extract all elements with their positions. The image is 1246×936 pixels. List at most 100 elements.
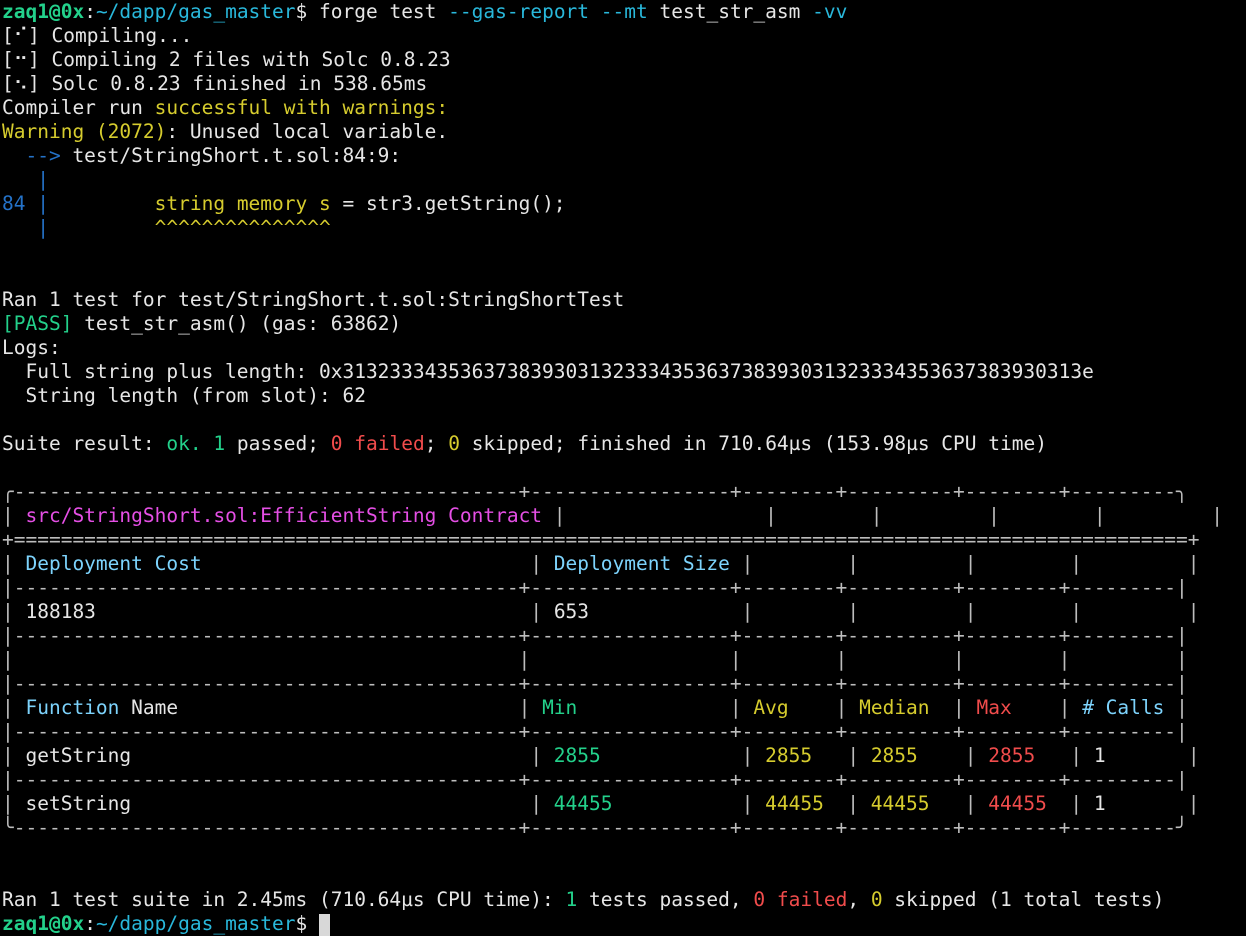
suite-ok: ok. [166,432,202,455]
table-top-border: ╭---------------------------------------… [2,480,1188,503]
final-summary-line: Ran 1 test suite in 2.45ms (710.64µs CPU… [2,888,1164,912]
warning-label: Warning (2072) [2,120,167,143]
table-separator: |---------------------------------------… [2,624,1188,647]
table-empty-row: | | | | | | | [2,648,1188,671]
gas-median: 44455 [870,792,930,815]
table-pipes: | | | | | [729,552,1200,575]
table-pad: | [600,744,766,767]
suite-prefix: Suite result: [2,432,167,455]
table-pipes: | | | | | | [542,504,1223,527]
compile-text: Compiling 2 files with Solc 0.8.23 [39,48,451,71]
table-pad: | [612,792,766,815]
gutter-pipe: | [2,216,49,239]
table-contract-row: | src/StringShort.sol:EfficientString Co… [2,504,1223,528]
suite-rest: skipped; finished in 710.64µs (153.98µs … [459,432,1047,455]
gas-avg: 44455 [765,792,824,815]
table-pad: | [929,696,977,719]
table-pad: | [95,600,554,623]
gutter-line-1: | [2,168,49,192]
compile-line-1: [⠊] Compiling... [2,24,192,48]
prompt-user-host: zaq1@0x [2,912,85,935]
code-rest: = str3.getString(); [330,192,566,215]
prompt-line: zaq1@0x:~/dapp/gas_master$ forge test --… [2,0,847,24]
header-avg: Avg [753,696,789,719]
suite-passed-label: passed; [225,432,331,455]
table-separator: |---------------------------------------… [2,720,1188,743]
suite-result-line: Suite result: ok. 1 passed; 0 failed; 0 … [2,432,1047,456]
table-deploy-values-row: | 188183 | 653 | | | | | [2,600,1200,624]
summary-failed-label: failed [765,888,848,911]
table-pipes: | | | | | [589,600,1200,623]
table-pad: | [131,744,554,767]
prompt-dollar: $ [295,912,320,935]
command-test-name: test_str_asm [647,0,813,23]
gas-max: 44455 [988,792,1047,815]
call-count: 1 [1093,792,1106,815]
table-pad: | [201,552,554,575]
prompt-path: ~/dapp/gas_master [95,912,296,935]
table-function-header-row: | Function Name | Min | Avg | Median | M… [2,696,1188,720]
function-name: getString [25,744,132,767]
pass-text: test_str_asm() (gas: 63862) [72,312,402,335]
summary-skipped-count: 0 [870,888,883,911]
table-pipe: | [2,552,26,575]
table-deploy-header-row: | Deployment Cost | Deployment Size | | … [2,552,1200,576]
logs-label: Logs: [2,336,61,359]
summary-passed-count: 1 [565,888,578,911]
table-pipe: | [1105,744,1200,767]
spinner-bracket: [⠊] [2,24,40,47]
table-pipe: | [1105,792,1200,815]
text-cursor[interactable] [319,913,331,936]
table-pad: | [1046,792,1094,815]
ran-test-line: Ran 1 test for test/StringShort.t.sol:St… [2,288,625,311]
header-median: Median [859,696,930,719]
compile-line-3: [⠢] Solc 0.8.23 finished in 538.65ms [2,72,427,96]
table-pad: | [929,792,989,815]
table-pipe: | [2,600,26,623]
pass-tag: [PASS] [2,312,73,335]
command-flag-vv: -vv [812,0,848,23]
deploy-size-value: 653 [553,600,590,623]
table-pad: | [577,696,754,719]
gas-min: 44455 [553,792,613,815]
header-function: Function [25,696,120,719]
table-separator: |---------------------------------------… [2,576,1188,599]
table-row: | setString | 44455 | 44455 | 44455 | 44… [2,792,1200,816]
summary-passed-label: tests passed, [577,888,754,911]
prompt-user-host: zaq1@0x [2,0,85,23]
summary-rest: skipped (1 total tests) [882,888,1165,911]
table-pad: | [917,744,989,767]
warning-location-line: --> test/StringShort.t.sol:84:9: [2,144,401,168]
contract-name: src/StringShort.sol:EfficientString Cont… [25,504,543,527]
header-calls: # Calls [1082,696,1165,719]
compile-text: Solc 0.8.23 finished in 538.65ms [39,72,428,95]
prompt-dollar: $ [295,0,320,23]
gas-avg: 2855 [765,744,813,767]
log-line-2: String length (from slot): 62 [2,384,366,407]
compiler-run-status: successful with warnings: [154,96,449,119]
deploy-cost-value: 188183 [25,600,96,623]
compiler-run-line: Compiler run successful with warnings: [2,96,448,120]
table-pipe: | [2,504,26,527]
summary-prefix: Ran 1 test suite in 2.45ms (710.64µs CPU… [2,888,566,911]
warning-line: Warning (2072): Unused local variable. [2,120,448,144]
gutter-pipe: | [25,192,49,215]
prompt-sep: : [84,912,96,935]
suite-passed-count: 1 [213,432,226,455]
gas-median: 2855 [870,744,918,767]
next-prompt-line[interactable]: zaq1@0x:~/dapp/gas_master$ [2,912,331,936]
table-row: | getString | 2855 | 2855 | 2855 | 2855 … [2,744,1200,768]
gas-min: 2855 [553,744,601,767]
table-pad: | [788,696,860,719]
terminal-window[interactable]: zaq1@0x:~/dapp/gas_master$ forge test --… [0,0,1246,936]
table-bottom-border: ╰---------------------------------------… [2,816,1188,839]
compile-text: Compiling... [39,24,193,47]
prompt-sep: : [84,0,96,23]
header-name: Name [119,696,179,719]
table-pad: | [823,792,871,815]
table-double-separator: +=======================================… [2,528,1200,551]
code-highlight: string memory s [154,192,331,215]
table-pipe: | [2,792,26,815]
